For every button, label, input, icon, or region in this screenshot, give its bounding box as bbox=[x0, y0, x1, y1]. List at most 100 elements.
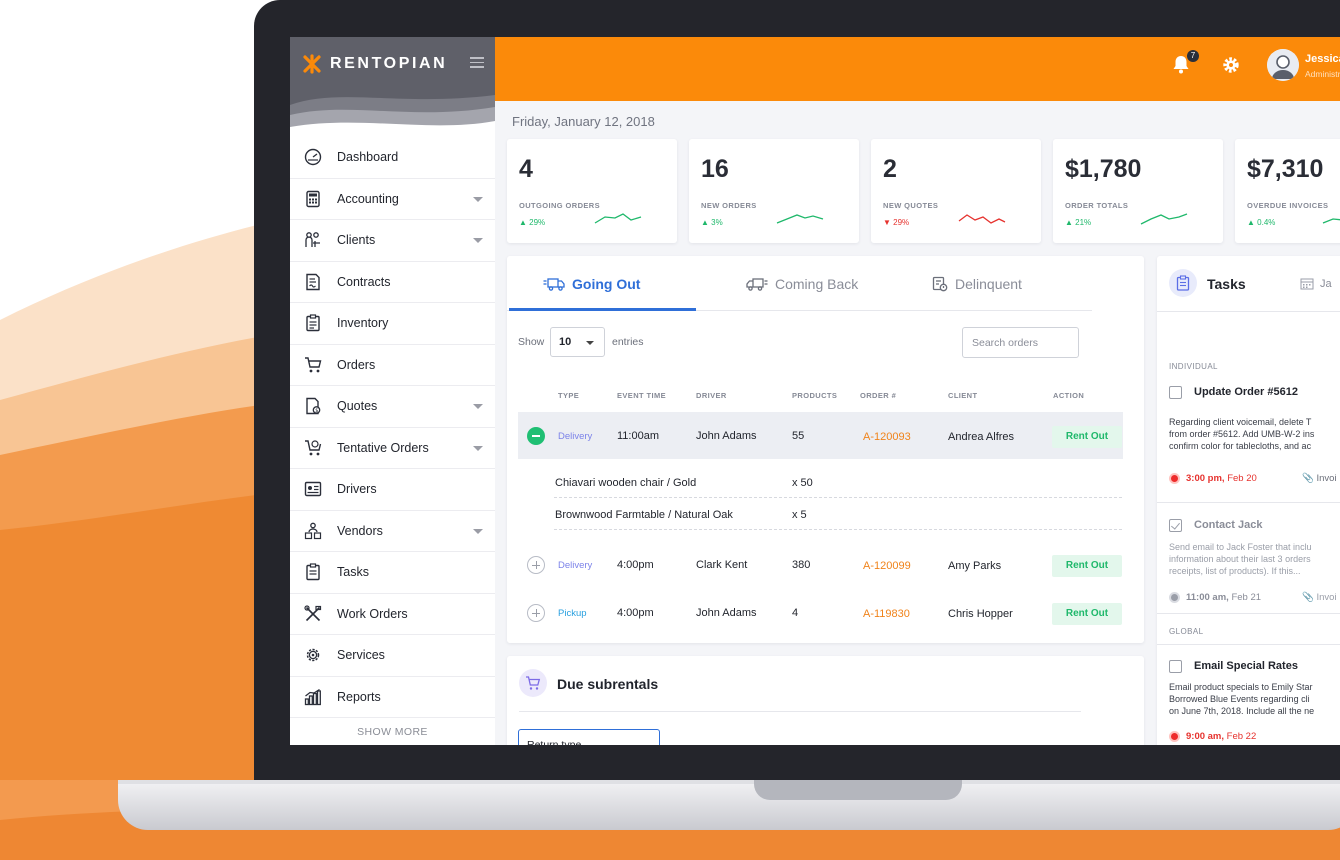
sidebar-item-accounting[interactable]: Accounting bbox=[290, 179, 495, 220]
calculator-icon bbox=[304, 190, 322, 208]
task-checkbox[interactable] bbox=[1169, 386, 1182, 399]
tab-coming-back[interactable]: Coming Back bbox=[746, 276, 858, 292]
column-header-action[interactable]: ACTION bbox=[1053, 391, 1084, 400]
entries-select[interactable]: 10 bbox=[550, 327, 605, 357]
task-checkbox[interactable] bbox=[1169, 519, 1182, 532]
svg-text:$: $ bbox=[315, 408, 318, 414]
stat-card-outgoing-orders[interactable]: 4 OUTGOING ORDERS ▲ 29% bbox=[507, 139, 677, 243]
task-due-time: 3:00 pm, Feb 20 bbox=[1186, 473, 1257, 484]
tentative-cart-icon bbox=[304, 439, 322, 457]
rent-out-button[interactable]: Rent Out bbox=[1052, 555, 1122, 577]
stat-card-new-quotes[interactable]: 2 NEW QUOTES ▼ 29% bbox=[871, 139, 1041, 243]
task-title[interactable]: Email Special Rates bbox=[1194, 660, 1298, 672]
sidebar: RENTOPIAN Dashboard Accounting Clients C bbox=[290, 37, 495, 745]
sidebar-item-label: Quotes bbox=[337, 399, 378, 414]
sidebar-item-vendors[interactable]: Vendors bbox=[290, 511, 495, 552]
tab-going-out[interactable]: Going Out bbox=[543, 276, 640, 292]
cart-icon bbox=[304, 356, 322, 374]
tasks-title: Tasks bbox=[1207, 276, 1246, 292]
column-header-products[interactable]: PRODUCTS bbox=[792, 391, 837, 400]
notification-badge: 7 bbox=[1187, 50, 1199, 62]
sidebar-item-quotes[interactable]: $ Quotes bbox=[290, 386, 495, 428]
due-alarm-icon bbox=[1169, 473, 1180, 484]
task-checkbox[interactable] bbox=[1169, 660, 1182, 673]
expand-row-icon[interactable] bbox=[527, 604, 545, 622]
avatar[interactable] bbox=[1267, 49, 1299, 81]
chevron-down-icon[interactable] bbox=[473, 528, 483, 534]
chevron-down-icon[interactable] bbox=[473, 445, 483, 451]
attachment-label: Invoi bbox=[1316, 473, 1337, 484]
settings-gear-icon[interactable] bbox=[1222, 56, 1240, 79]
divider bbox=[1157, 502, 1340, 503]
column-header-driver[interactable]: DRIVER bbox=[696, 391, 727, 400]
calendar-icon[interactable] bbox=[1300, 277, 1314, 295]
stat-label: ORDER TOTALS bbox=[1065, 201, 1129, 210]
task-title[interactable]: Contact Jack bbox=[1194, 519, 1262, 531]
sidebar-item-contracts[interactable]: Contracts bbox=[290, 262, 495, 303]
sidebar-item-label: Reports bbox=[337, 689, 381, 704]
driver-icon bbox=[304, 480, 322, 498]
stat-label: OVERDUE INVOICES bbox=[1247, 201, 1329, 210]
user-name[interactable]: Jessica bbox=[1305, 53, 1340, 65]
collapse-row-icon[interactable] bbox=[527, 427, 545, 445]
sidebar-item-inventory[interactable]: Inventory bbox=[290, 303, 495, 345]
line-item-name: Chiavari wooden chair / Gold bbox=[555, 477, 697, 489]
task-date: Feb 21 bbox=[1231, 592, 1262, 603]
column-header-type[interactable]: TYPE bbox=[558, 391, 579, 400]
reports-chart-icon bbox=[304, 688, 322, 706]
row-order-link[interactable]: A-120099 bbox=[863, 560, 911, 572]
brand-name: RENTOPIAN bbox=[330, 55, 448, 72]
column-header-event-time[interactable]: EVENT TIME bbox=[617, 391, 666, 400]
laptop-notch bbox=[754, 780, 962, 800]
quote-icon: $ bbox=[304, 397, 322, 415]
stat-sparkline bbox=[958, 214, 1006, 224]
sidebar-item-reports[interactable]: Reports bbox=[290, 677, 495, 718]
orders-panel: Going Out Coming Back Delinquent Show 10… bbox=[507, 256, 1144, 643]
sidebar-item-clients[interactable]: Clients bbox=[290, 220, 495, 262]
sidebar-item-dashboard[interactable]: Dashboard bbox=[290, 137, 495, 179]
row-order-link[interactable]: A-120093 bbox=[863, 431, 911, 443]
column-header-client[interactable]: CLIENT bbox=[948, 391, 977, 400]
return-type-select[interactable]: Return type bbox=[518, 729, 660, 745]
expand-row-icon[interactable] bbox=[527, 556, 545, 574]
dashboard-icon bbox=[304, 148, 322, 166]
task-attachment[interactable]: 📎 Invoi bbox=[1302, 473, 1337, 484]
rent-out-button[interactable]: Rent Out bbox=[1052, 603, 1122, 625]
row-type: Pickup bbox=[558, 608, 587, 619]
sidebar-item-tasks[interactable]: Tasks bbox=[290, 552, 495, 594]
table-row[interactable]: Delivery 4:00pm Clark Kent 380 A-120099 … bbox=[507, 550, 1144, 580]
show-more-link[interactable]: SHOW MORE bbox=[290, 718, 495, 745]
column-header-order-number[interactable]: ORDER # bbox=[860, 391, 896, 400]
inventory-icon bbox=[304, 314, 322, 332]
stat-card-order-totals[interactable]: $1,780 ORDER TOTALS ▲ 21% bbox=[1053, 139, 1223, 243]
tab-delinquent[interactable]: Delinquent bbox=[932, 276, 1022, 292]
sidebar-item-tentative-orders[interactable]: Tentative Orders bbox=[290, 428, 495, 469]
table-row[interactable]: Pickup 4:00pm John Adams 4 A-119830 Chri… bbox=[507, 598, 1144, 628]
task-date: Feb 20 bbox=[1227, 473, 1257, 484]
attachment-label: Invoi bbox=[1316, 592, 1337, 603]
sidebar-item-work-orders[interactable]: Work Orders bbox=[290, 594, 495, 635]
chevron-down-icon[interactable] bbox=[473, 238, 483, 243]
task-attachment[interactable]: 📎 Invoi bbox=[1302, 592, 1337, 603]
task-due-time: 11:00 am, Feb 21 bbox=[1186, 592, 1261, 603]
search-orders-input[interactable]: Search orders bbox=[962, 327, 1079, 358]
task-due-time: 9:00 am, Feb 22 bbox=[1186, 731, 1256, 742]
rent-out-button[interactable]: Rent Out bbox=[1052, 426, 1122, 448]
hamburger-menu-icon[interactable] bbox=[470, 57, 484, 71]
tasks-panel: Tasks Ja INDIVIDUAL Update Order #5612 R… bbox=[1157, 256, 1340, 745]
stat-card-new-orders[interactable]: 16 NEW ORDERS ▲ 3% bbox=[689, 139, 859, 243]
sidebar-item-services[interactable]: Services bbox=[290, 635, 495, 677]
chevron-down-icon[interactable] bbox=[473, 196, 483, 202]
row-order-link[interactable]: A-119830 bbox=[863, 608, 910, 620]
rentopian-logo-icon bbox=[303, 54, 321, 74]
sidebar-item-orders[interactable]: Orders bbox=[290, 345, 495, 386]
task-title[interactable]: Update Order #5612 bbox=[1194, 386, 1298, 398]
row-products: 4 bbox=[792, 607, 799, 619]
calendar-label[interactable]: Ja bbox=[1320, 278, 1332, 290]
logo[interactable]: RENTOPIAN bbox=[302, 54, 447, 74]
table-row[interactable]: Delivery 11:00am John Adams 55 A-120093 … bbox=[507, 422, 1144, 452]
chevron-down-icon[interactable] bbox=[473, 404, 483, 409]
stat-card-overdue-invoices[interactable]: $7,310 OVERDUE INVOICES ▲ 0.4% bbox=[1235, 139, 1340, 243]
row-products: 380 bbox=[792, 559, 811, 571]
sidebar-item-drivers[interactable]: Drivers bbox=[290, 469, 495, 511]
